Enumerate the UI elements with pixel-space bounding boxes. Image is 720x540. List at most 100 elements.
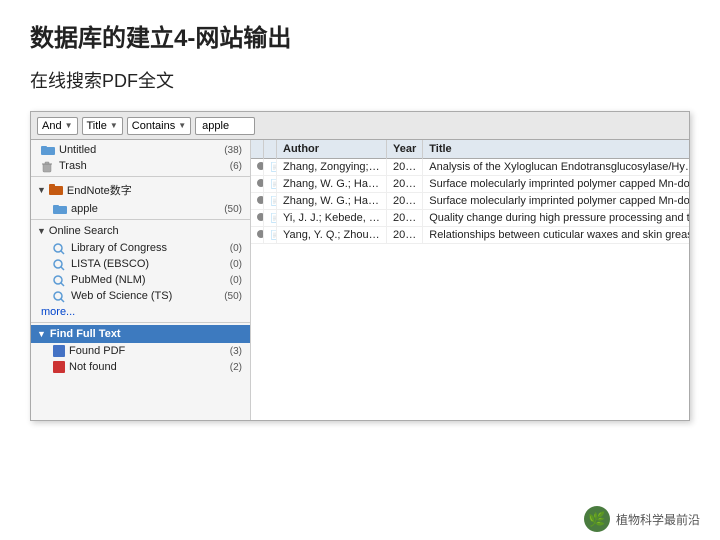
page-container: 数据库的建立4-网站输出 在线搜索PDF全文 And ▼ Title ▼ Con… bbox=[0, 0, 720, 540]
watermark-icon: 🌿 bbox=[584, 506, 610, 532]
col-header-author: Author bbox=[277, 140, 387, 159]
pubmed-search-icon bbox=[53, 275, 67, 285]
panel-item-apple[interactable]: apple (50) bbox=[31, 201, 250, 217]
row-status-2 bbox=[251, 193, 264, 210]
trash-label: Trash bbox=[59, 160, 87, 172]
endnote-group-icon bbox=[49, 184, 63, 196]
panel-item-pubmed[interactable]: PubMed (NLM) (0) bbox=[31, 272, 250, 288]
find-full-text-header[interactable]: ▼ Find Full Text bbox=[31, 325, 250, 343]
content-area: Untitled (38) Trash (6) ▼ bbox=[31, 140, 689, 420]
table-row[interactable]: 📄 Yang, Y. Q.; Zhou. ... 2017 Relationsh… bbox=[251, 227, 689, 244]
main-title: 数据库的建立4-网站输出 bbox=[30, 18, 690, 53]
apple-folder-icon bbox=[53, 204, 67, 214]
table-row[interactable]: 📄 Zhang, Zongying; ... 2017 Analysis of … bbox=[251, 159, 689, 176]
loc-search-icon bbox=[53, 243, 67, 253]
table-row[interactable]: 📄 Zhang, W. G.; Han... 2017 Surface mole… bbox=[251, 193, 689, 210]
panel-item-found-pdf[interactable]: Found PDF (3) bbox=[31, 343, 250, 359]
row-title-3: Quality change during high pressure proc… bbox=[423, 210, 689, 227]
row-author-2: Zhang, W. G.; Han... bbox=[277, 193, 387, 210]
panel-item-trash[interactable]: Trash (6) bbox=[31, 158, 250, 174]
row-author-1: Zhang, W. G.; Han... bbox=[277, 176, 387, 193]
field-arrow: ▼ bbox=[110, 121, 118, 130]
found-pdf-icon bbox=[53, 345, 65, 357]
not-found-icon bbox=[53, 361, 65, 373]
table-header-row: Author Year Title bbox=[251, 140, 689, 159]
condition-dropdown[interactable]: Contains ▼ bbox=[127, 117, 191, 135]
row-pdf-0: 📄 bbox=[264, 159, 277, 176]
col-header-title: Title bbox=[423, 140, 689, 159]
not-found-count: (2) bbox=[230, 362, 242, 373]
operator-dropdown[interactable]: And ▼ bbox=[37, 117, 78, 135]
row-title-4: Relationships between cuticular waxes an… bbox=[423, 227, 689, 244]
left-panel: Untitled (38) Trash (6) ▼ bbox=[31, 140, 251, 420]
endnote-group-header[interactable]: ▼ EndNote数字 bbox=[31, 179, 250, 201]
wos-label: Web of Science (TS) bbox=[71, 290, 172, 302]
apple-label: apple bbox=[71, 203, 98, 215]
folder-blue-icon bbox=[41, 145, 55, 155]
field-dropdown[interactable]: Title ▼ bbox=[82, 117, 123, 135]
row-title-2: Surface molecularly imprinted polymer ca… bbox=[423, 193, 689, 210]
panel-item-loc[interactable]: Library of Congress (0) bbox=[31, 240, 250, 256]
row-pdf-2: 📄 bbox=[264, 193, 277, 210]
endnote-group-label: EndNote数字 bbox=[67, 182, 132, 198]
operator-arrow: ▼ bbox=[65, 121, 73, 130]
row-pdf-3: 📄 bbox=[264, 210, 277, 227]
row-title-1: Surface molecularly imprinted polymer ca… bbox=[423, 176, 689, 193]
row-year-0: 2017 bbox=[387, 159, 423, 176]
row-author-0: Zhang, Zongying; ... bbox=[277, 159, 387, 176]
more-link[interactable]: more... bbox=[31, 304, 250, 320]
row-year-4: 2017 bbox=[387, 227, 423, 244]
panel-item-wos[interactable]: Web of Science (TS) (50) bbox=[31, 288, 250, 304]
untitled-count: (38) bbox=[224, 145, 242, 156]
not-found-label: Not found bbox=[69, 361, 117, 373]
field-label: Title bbox=[87, 120, 107, 132]
row-author-3: Yi, J. J.; Kebede, B.... bbox=[277, 210, 387, 227]
trash-count: (6) bbox=[230, 161, 242, 172]
online-arrow: ▼ bbox=[37, 226, 46, 236]
trash-icon bbox=[41, 161, 55, 171]
col-header-pdf bbox=[264, 140, 277, 159]
watermark-text: 植物科学最前沿 bbox=[616, 511, 700, 528]
search-value[interactable]: apple bbox=[195, 117, 255, 135]
divider-1 bbox=[31, 176, 250, 177]
panel-item-lista[interactable]: LISTA (EBSCO) (0) bbox=[31, 256, 250, 272]
operator-label: And bbox=[42, 120, 62, 132]
loc-count: (0) bbox=[230, 243, 242, 254]
endnote-arrow: ▼ bbox=[37, 185, 46, 195]
row-year-2: 2017 bbox=[387, 193, 423, 210]
found-pdf-label: Found PDF bbox=[69, 345, 125, 357]
reference-table: Author Year Title 📄 Zhang, Zongying; ...… bbox=[251, 140, 689, 244]
row-year-1: 2017 bbox=[387, 176, 423, 193]
wos-count: (50) bbox=[224, 291, 242, 302]
row-author-4: Yang, Y. Q.; Zhou. ... bbox=[277, 227, 387, 244]
col-header-year: Year bbox=[387, 140, 423, 159]
divider-3 bbox=[31, 322, 250, 323]
sub-title: 在线搜索PDF全文 bbox=[30, 67, 690, 93]
row-year-3: 2017 bbox=[387, 210, 423, 227]
footer-watermark: 🌿 植物科学最前沿 bbox=[584, 506, 700, 532]
condition-label: Contains bbox=[132, 120, 175, 132]
apple-count: (50) bbox=[224, 204, 242, 215]
row-pdf-1: 📄 bbox=[264, 176, 277, 193]
row-status-0 bbox=[251, 159, 264, 176]
col-header-status bbox=[251, 140, 264, 159]
row-status-4 bbox=[251, 227, 264, 244]
loc-label: Library of Congress bbox=[71, 242, 167, 254]
panel-item-untitled[interactable]: Untitled (38) bbox=[31, 142, 250, 158]
fft-label: Find Full Text bbox=[50, 328, 121, 340]
row-title-0: Analysis of the Xyloglucan Endotransgluc… bbox=[423, 159, 689, 176]
search-bar: And ▼ Title ▼ Contains ▼ apple bbox=[31, 112, 689, 140]
pubmed-label: PubMed (NLM) bbox=[71, 274, 146, 286]
pubmed-count: (0) bbox=[230, 275, 242, 286]
endnote-window: And ▼ Title ▼ Contains ▼ apple bbox=[30, 111, 690, 421]
table-row[interactable]: 📄 Zhang, W. G.; Han... 2017 Surface mole… bbox=[251, 176, 689, 193]
untitled-label: Untitled bbox=[59, 144, 96, 156]
row-status-1 bbox=[251, 176, 264, 193]
found-pdf-count: (3) bbox=[230, 346, 242, 357]
lista-count: (0) bbox=[230, 259, 242, 270]
table-row[interactable]: 📄 Yi, J. J.; Kebede, B.... 2017 Quality … bbox=[251, 210, 689, 227]
online-search-header[interactable]: ▼ Online Search bbox=[31, 222, 250, 240]
lista-label: LISTA (EBSCO) bbox=[71, 258, 149, 270]
panel-item-not-found[interactable]: Not found (2) bbox=[31, 359, 250, 375]
condition-arrow: ▼ bbox=[178, 121, 186, 130]
